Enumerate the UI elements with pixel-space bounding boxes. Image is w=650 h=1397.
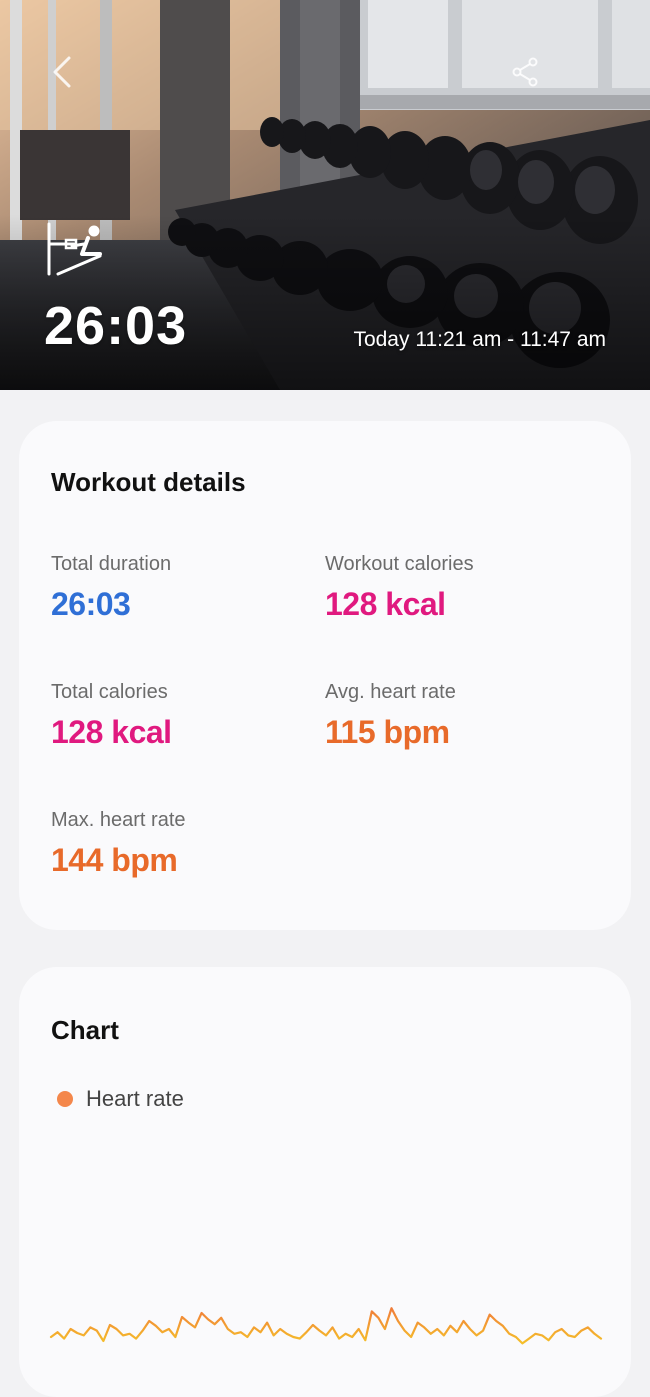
workout-time-range: Today 11:21 am - 11:47 am [353,328,606,351]
workout-details-card: Workout details Total duration 26:03 Wor… [19,421,631,930]
stat-label: Avg. heart rate [325,681,456,703]
share-icon [512,57,538,87]
stat-workout-calories: Workout calories 128 kcal [325,551,585,625]
chart-card: Chart Heart rate [19,967,631,1397]
legend-label: Heart rate [86,1086,184,1111]
stat-value: 128 kcal [51,714,172,750]
workout-details-title: Workout details [51,467,246,497]
stat-label: Total duration [51,553,172,575]
stat-max-heart-rate: Max. heart rate 144 bpm [51,807,311,881]
stat-avg-heart-rate: Avg. heart rate 115 bpm [325,679,585,753]
chart-title: Chart [51,1015,119,1045]
stat-label: Max. heart rate [51,809,186,831]
chevron-left-icon [53,56,71,88]
chart-legend: Heart rate [57,1086,184,1112]
stat-value: 26:03 [51,586,131,622]
heart-rate-series-line [49,1307,603,1345]
stat-value: 128 kcal [325,586,446,622]
rowing-machine-icon [47,222,102,276]
stat-total-calories: Total calories 128 kcal [51,679,311,753]
stat-value: 115 bpm [325,714,450,750]
back-button[interactable] [40,50,84,94]
hero-duration: 26:03 [44,296,188,356]
share-button[interactable] [503,50,547,94]
stat-value: 144 bpm [51,842,178,878]
legend-dot [57,1091,73,1107]
stat-label: Workout calories [325,553,474,575]
hero-banner: 26:03 Today 11:21 am - 11:47 am [0,0,650,390]
stat-label: Total calories [51,681,168,703]
stat-total-duration: Total duration 26:03 [51,551,311,625]
heart-rate-chart [49,1307,603,1345]
